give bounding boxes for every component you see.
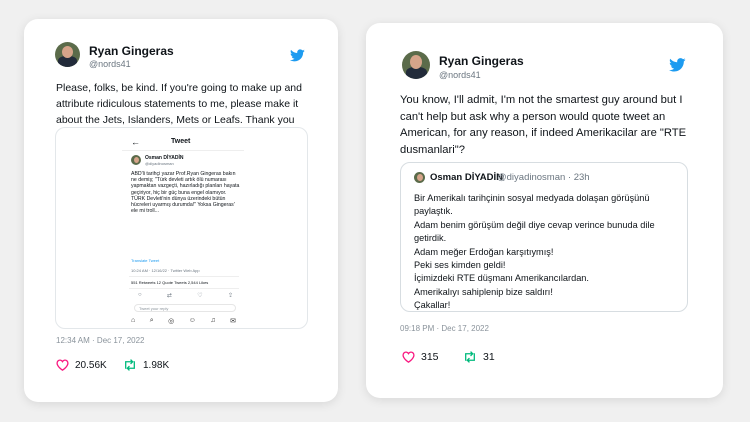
like-count: 315: [421, 351, 439, 363]
like-button[interactable]: 315: [402, 351, 439, 363]
search-icon: ⌕: [149, 317, 154, 324]
retweet-count: 31: [483, 351, 495, 363]
like-count: 20.56K: [75, 359, 107, 371]
screenshot-body: ABD'li tarihçi yazar Prof.Ryan Gingeras …: [131, 171, 240, 215]
retweet-icon: [465, 351, 475, 363]
retweet-button[interactable]: 1.98K: [123, 359, 169, 371]
divider: [122, 150, 244, 151]
twitter-bird-icon: [669, 58, 686, 72]
like-button[interactable]: 20.56K: [56, 359, 107, 371]
quoted-author-handle: @diyadinosman · 23h: [497, 172, 590, 183]
reply-field: Tweet your reply: [134, 304, 236, 312]
screenshot-author-handle: @diyadinosman: [145, 161, 174, 166]
quoted-line: Peki ses kimden geldi!: [414, 260, 506, 271]
avatar[interactable]: [402, 51, 430, 79]
quoted-line: İçimizdeki RTE düşmanı Amerikancılardan.: [414, 273, 589, 284]
screenshot-timestamp: 10:24 AM · 12/16/22 · Twitter Web App: [131, 268, 200, 273]
tweet-timestamp[interactable]: 12:34 AM · Dec 17, 2022: [56, 336, 145, 345]
author-handle[interactable]: @nords41: [439, 70, 481, 80]
community-icon: ☺: [188, 317, 196, 324]
home-icon: ⌂: [131, 317, 136, 324]
quoted-line: Bir Amerikalı tarihçinin sosyal medyada …: [414, 193, 650, 217]
translate-link: Translate Tweet: [131, 258, 160, 263]
screenshot-stats: 551 Retweets 12 Quote Tweets 2,544 Likes: [131, 280, 209, 285]
quoted-tweet[interactable]: Osman DİYADİN @diyadinosman · 23h Bir Am…: [400, 162, 688, 312]
avatar: [131, 155, 141, 165]
messages-icon: ✉: [230, 318, 236, 325]
like-icon: ♡: [197, 293, 203, 299]
quoted-line: Adam benim görüşüm değil diye cevap veri…: [414, 219, 655, 244]
author-name[interactable]: Ryan Gingeras: [439, 54, 524, 68]
tweet-card-2: Ryan Gingeras @nords41 You know, I'll ad…: [366, 23, 723, 398]
quoted-tweet-text: Bir Amerikalı tarihçinin sosyal medyada …: [414, 192, 682, 313]
quoted-line: Amerikalıyı sahiplenip bize saldırı!: [414, 286, 553, 297]
author-handle[interactable]: @nords41: [89, 59, 131, 69]
tweet-text: You know, I'll admit, I'm not the smarte…: [400, 94, 687, 156]
heart-icon: [56, 359, 69, 371]
quoted-line: Çakallar!: [414, 300, 451, 311]
avatar[interactable]: [55, 42, 80, 67]
share-icon: ⇪: [227, 293, 233, 299]
screenshot-title: Tweet: [171, 138, 191, 145]
heart-icon: [402, 351, 415, 363]
quoted-line: Adam meğer Erdoğan karşıtıymış!: [414, 246, 554, 257]
attached-screenshot[interactable]: ← Tweet Osman DİYADİN @diyadinosman ABD'…: [55, 127, 308, 329]
author-name[interactable]: Ryan Gingeras: [89, 44, 174, 58]
avatar: [414, 172, 425, 183]
retweet-button[interactable]: 31: [463, 351, 495, 363]
quoted-author-name: Osman DİYADİN: [430, 172, 504, 183]
twitter-bird-icon: [290, 49, 305, 62]
tweet-card-1: Ryan Gingeras @nords41 Please, folks, be…: [24, 19, 338, 402]
reply-icon: ○: [138, 292, 142, 298]
screenshot-bottom-nav: ⌂ ⌕ ◎ ☺ ♫ ✉: [131, 317, 236, 325]
retweet-count: 1.98K: [143, 359, 170, 371]
back-arrow-icon: ←: [131, 137, 140, 147]
tweet-text: Please, folks, be kind. If you're going …: [56, 82, 302, 126]
divider: [129, 288, 239, 289]
retweet-icon: ⇄: [166, 293, 172, 299]
divider: [129, 276, 239, 277]
retweet-icon: [125, 359, 135, 371]
screenshot-actions: ○ ⇄ ♡ ⇪: [138, 292, 233, 299]
spaces-icon: ◎: [168, 318, 175, 325]
notifications-icon: ♫: [210, 317, 216, 324]
tweet-timestamp[interactable]: 09:18 PM · Dec 17, 2022: [400, 324, 489, 333]
